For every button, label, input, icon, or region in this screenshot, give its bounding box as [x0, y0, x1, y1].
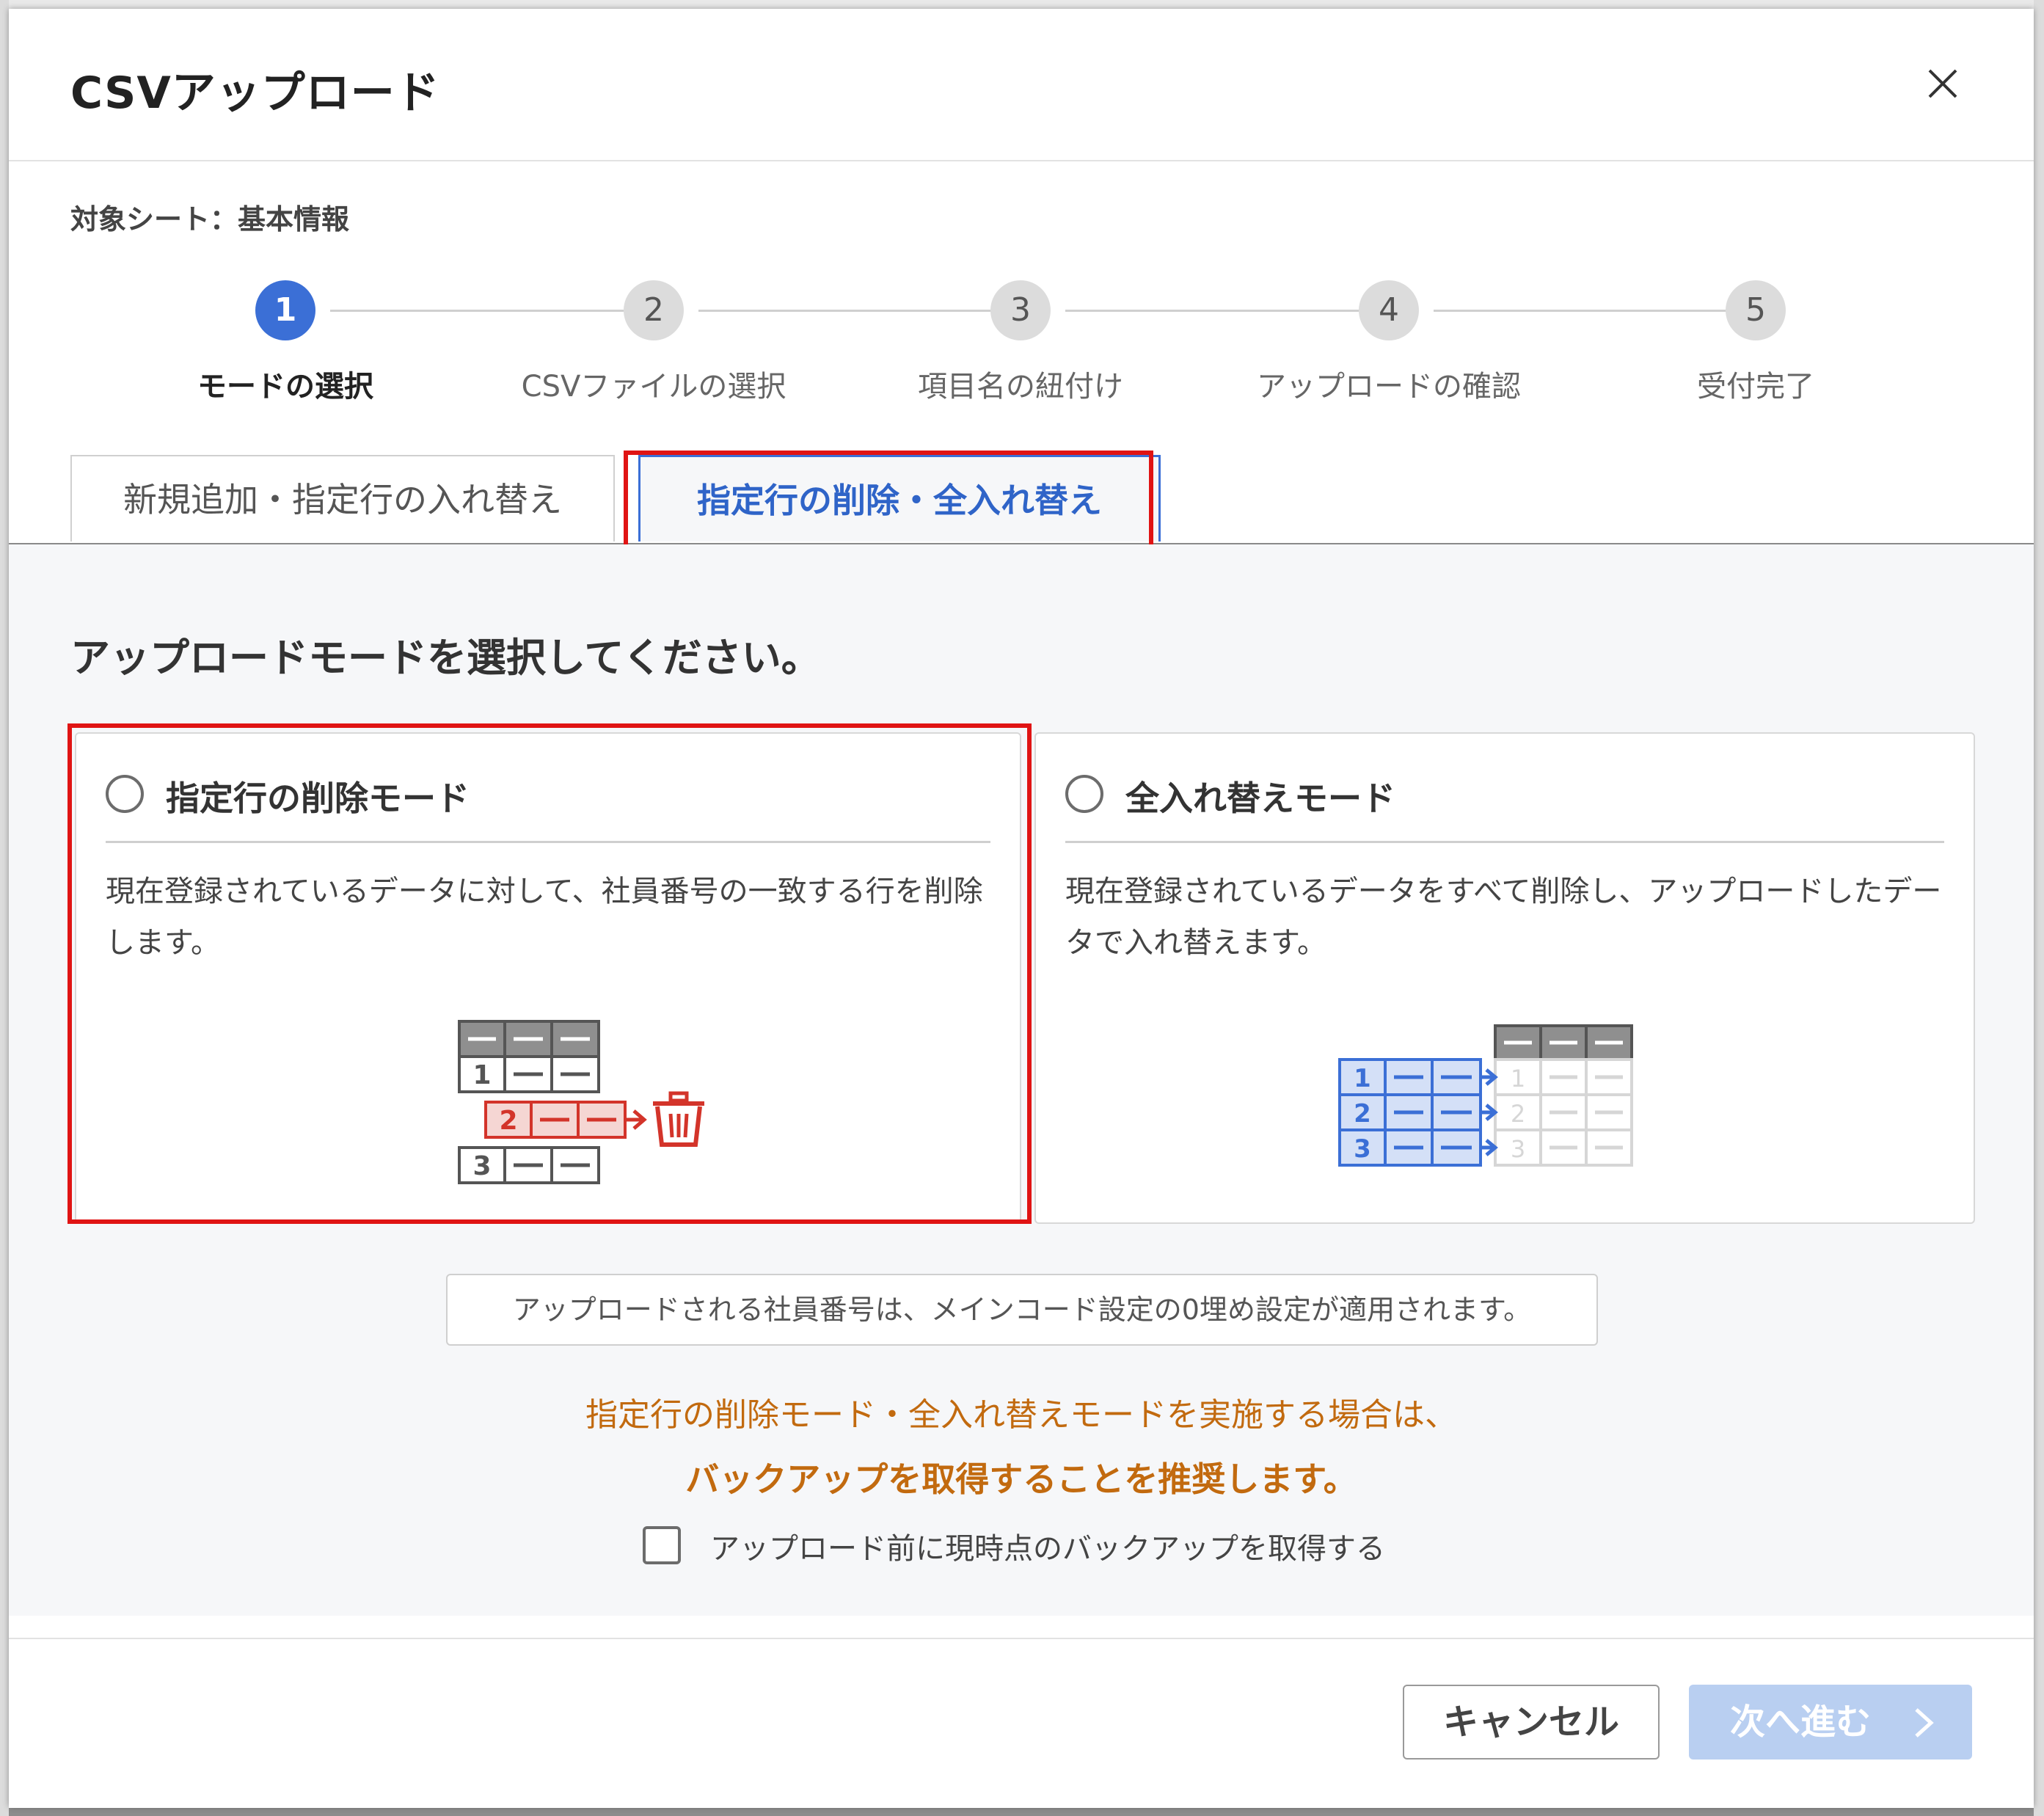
step-connector	[330, 310, 624, 312]
replace-all-mode-card[interactable]: 全入れ替えモード 現在登録されているデータをすべて削除し、アップロードしたデータ…	[1034, 732, 1975, 1224]
mode-selection-area: アップロードモードを選択してください。 指定行の削除モード 現在登録されているデ…	[9, 544, 2034, 1616]
step-connector	[1065, 310, 1359, 312]
csv-upload-dialog: CSVアップロード 対象シート：基本情報 1 2 3 4 5 モードの選択 CS…	[9, 9, 2034, 1808]
new-row-number-3: 3	[1354, 1134, 1371, 1164]
trash-icon	[653, 1091, 704, 1147]
step-2-label: CSVファイルの選択	[521, 370, 786, 404]
replace-all-mode-radio[interactable]	[1065, 775, 1103, 813]
faded-row-number-1: 1	[1511, 1065, 1525, 1093]
dialog-footer: キャンセル 次へ進む	[9, 1638, 2034, 1808]
row-number-3: 3	[472, 1151, 491, 1181]
step-2-indicator: 2	[624, 280, 684, 340]
chevron-right-icon	[1915, 1708, 1934, 1737]
close-button[interactable]	[1919, 60, 1966, 107]
step-connector	[698, 310, 992, 312]
delete-row-mode-card[interactable]: 指定行の削除モード 現在登録されているデータに対して、社員番号の一致する行を削除…	[75, 732, 1021, 1224]
cancel-button[interactable]: キャンセル	[1403, 1685, 1660, 1760]
select-mode-prompt: アップロードモードを選択してください。	[70, 635, 821, 681]
replace-all-mode-description: 現在登録されているデータをすべて削除し、アップロードしたデータで入れ替えます。	[1065, 875, 1942, 960]
new-row-number-1: 1	[1354, 1064, 1371, 1093]
next-button-label: 次へ進む	[1730, 1702, 1872, 1743]
step-1-label: モードの選択	[197, 370, 373, 404]
tab-delete-replace-all[interactable]: 指定行の削除・全入れ替え	[638, 455, 1161, 541]
replace-all-illustration: 1 2 3 1 2 3	[1338, 1024, 1633, 1167]
background-left-edge	[0, 0, 9, 1816]
replace-all-mode-title: 全入れ替えモード	[1125, 778, 1395, 818]
step-4-label: アップロードの確認	[1257, 370, 1521, 404]
step-1-indicator: 1	[255, 280, 315, 340]
faded-row-number-2: 2	[1511, 1100, 1525, 1128]
mode-tabs: 新規追加・指定行の入れ替え 指定行の削除・全入れ替え	[9, 449, 2034, 571]
backup-warning-line-2: バックアップを取得することを推奨します。	[685, 1459, 1357, 1499]
faded-row-number-3: 3	[1511, 1135, 1525, 1163]
target-sheet-label: 対象シート：基本情報	[70, 203, 350, 236]
step-3-indicator: 3	[990, 280, 1051, 340]
dialog-title: CSVアップロード	[70, 68, 440, 119]
next-button[interactable]: 次へ進む	[1689, 1685, 1972, 1760]
step-5-indicator: 5	[1726, 280, 1786, 340]
delete-row-illustration: 1 2 3	[458, 1020, 704, 1184]
row-number-1: 1	[472, 1060, 491, 1090]
background-strip	[0, 0, 2044, 9]
zero-padding-note: アップロードされる社員番号は、メインコード設定の0埋め設定が適用されます。	[446, 1274, 1598, 1346]
step-connector	[1434, 310, 1727, 312]
delete-row-mode-title: 指定行の削除モード	[166, 778, 470, 818]
backup-warning-line-1: 指定行の削除モード・全入れ替えモードを実施する場合は、	[585, 1396, 1457, 1434]
backup-checkbox[interactable]	[643, 1526, 681, 1564]
backup-checkbox-label[interactable]: アップロード前に現時点のバックアップを取得する	[710, 1525, 1385, 1567]
step-5-label: 受付完了	[1697, 370, 1814, 404]
delete-row-mode-radio[interactable]	[106, 775, 144, 813]
background-right-edge	[2034, 0, 2044, 1816]
progress-stepper: 1 2 3 4 5 モードの選択 CSVファイルの選択 項目名の紐付け アップロ…	[9, 276, 2034, 423]
row-number-2: 2	[499, 1106, 517, 1136]
close-icon	[1928, 69, 1957, 98]
dialog-header: CSVアップロード	[9, 9, 2034, 161]
new-row-number-2: 2	[1354, 1099, 1371, 1128]
step-3-label: 項目名の紐付け	[918, 370, 1123, 404]
card-divider	[1065, 841, 1944, 843]
delete-row-mode-description: 現在登録されているデータに対して、社員番号の一致する行を削除します。	[106, 875, 983, 960]
card-divider	[106, 841, 990, 843]
step-4-indicator: 4	[1359, 280, 1419, 340]
upper-section: 対象シート：基本情報 1 2 3 4 5 モードの選択 CSVファイルの選択 項…	[9, 161, 2034, 571]
tab-add-replace[interactable]: 新規追加・指定行の入れ替え	[70, 455, 615, 541]
